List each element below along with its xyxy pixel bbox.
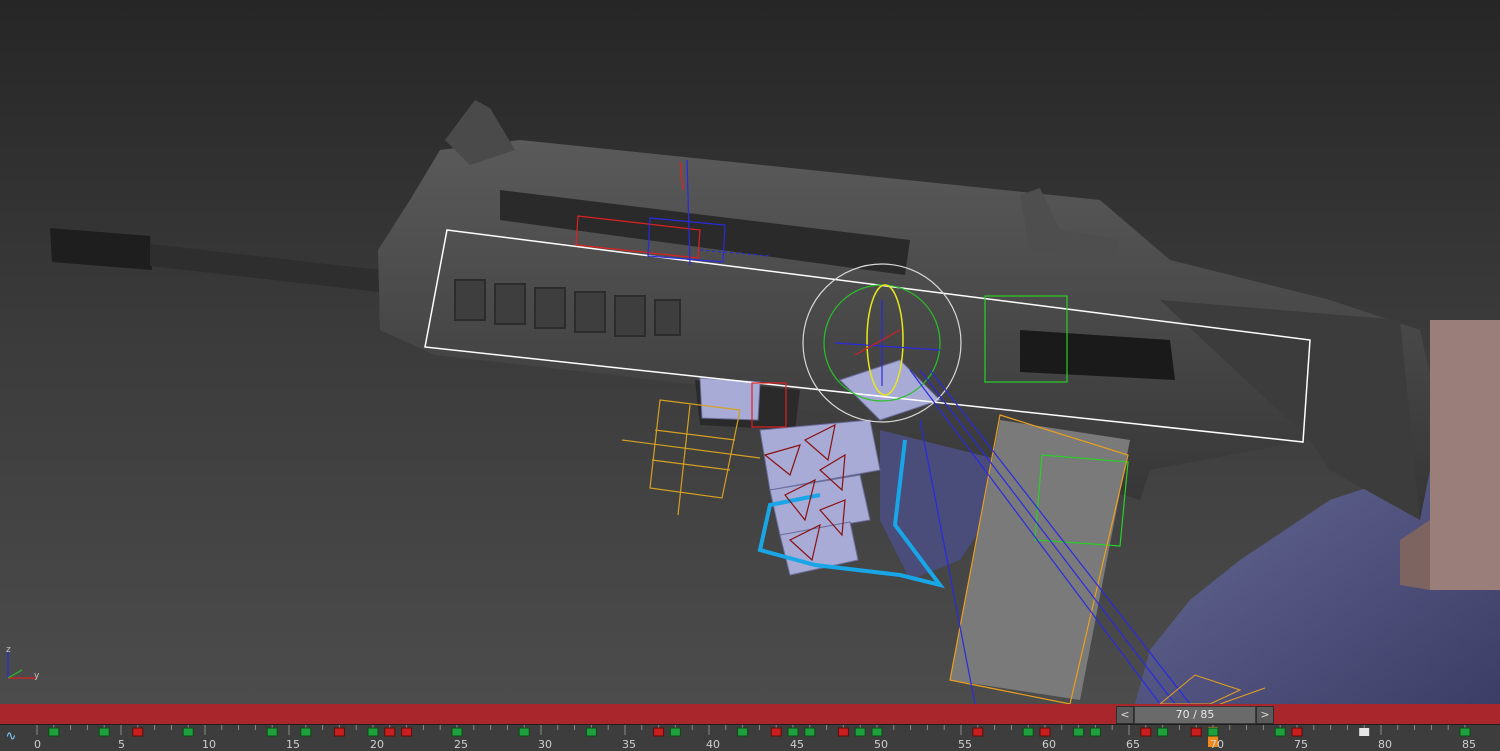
world-axis-gizmo: z y xyxy=(6,646,40,681)
frame-tick-label: 85 xyxy=(1462,738,1476,751)
keyframe-green xyxy=(585,727,597,737)
frame-tick-label: 35 xyxy=(622,738,636,751)
keyframe-green xyxy=(1073,727,1085,737)
frame-tick-label: 40 xyxy=(706,738,720,751)
frame-tick-label: 15 xyxy=(286,738,300,751)
frame-tick-label: 75 xyxy=(1294,738,1308,751)
frame-tick-label: 55 xyxy=(958,738,972,751)
keyframe-red xyxy=(653,727,665,737)
keyframe-green xyxy=(871,727,883,737)
frame-tick-label: 60 xyxy=(1042,738,1056,751)
frame-tick-label: 65 xyxy=(1126,738,1140,751)
keyframe-green xyxy=(300,727,312,737)
keyframe-green xyxy=(787,727,799,737)
frame-tick-label: 10 xyxy=(202,738,216,751)
keyframe-green xyxy=(1274,727,1286,737)
keyframe-green xyxy=(804,727,816,737)
keyframe-green xyxy=(451,727,463,737)
keyframe-green xyxy=(367,727,379,737)
keyframe-red xyxy=(333,727,345,737)
axis-z-label: z xyxy=(6,646,11,655)
keyframe-green xyxy=(266,727,278,737)
keyframe-green xyxy=(1207,727,1219,737)
time-slider-thumb[interactable]: 70 / 85 xyxy=(1134,706,1256,724)
frame-tick-label: 80 xyxy=(1378,738,1392,751)
frame-tick-label: 50 xyxy=(874,738,888,751)
frame-tick-label: 45 xyxy=(790,738,804,751)
keyframe-green xyxy=(737,727,749,737)
next-frame-button[interactable]: > xyxy=(1256,706,1274,724)
keyframe-white xyxy=(1359,728,1370,736)
frame-tick-label: 25 xyxy=(454,738,468,751)
keyframe-red xyxy=(384,727,396,737)
keyframe-green xyxy=(1459,727,1471,737)
frame-tick-label: 70 xyxy=(1210,738,1224,751)
keyframe-red xyxy=(1140,727,1152,737)
keyframe-red xyxy=(837,727,849,737)
keyframe-green xyxy=(1022,727,1034,737)
frame-tick-label: 0 xyxy=(34,738,41,751)
time-slider[interactable]: < 70 / 85 > xyxy=(1116,706,1274,724)
axis-y-label: y xyxy=(34,671,40,681)
keyframe-green xyxy=(854,727,866,737)
frame-tick-label: 5 xyxy=(118,738,125,751)
track-bar[interactable]: 0 5 10 15 20 25 30 35 40 45 50 55 60 65 70 75 80 85 xyxy=(0,724,1500,751)
3d-viewport[interactable]: z y xyxy=(0,0,1500,704)
keyframe-green xyxy=(1089,727,1101,737)
keyframe-green xyxy=(182,727,194,737)
keyframe-red xyxy=(401,727,413,737)
scene-render xyxy=(50,100,1500,704)
frame-tick-label: 30 xyxy=(538,738,552,751)
keyframe-green xyxy=(669,727,681,737)
keyframe-green xyxy=(1157,727,1169,737)
keyframe-red xyxy=(770,727,782,737)
keyframe-green xyxy=(518,727,530,737)
keyframe-red xyxy=(1190,727,1202,737)
time-slider-track[interactable] xyxy=(0,704,1500,724)
keyframe-red xyxy=(1039,727,1051,737)
keyframe-red xyxy=(132,727,144,737)
keyframe-red xyxy=(972,727,984,737)
keyframe-green xyxy=(48,727,60,737)
keyframe-red xyxy=(1291,727,1303,737)
curve-editor-toggle-icon[interactable]: ∿ xyxy=(0,726,22,748)
prev-frame-button[interactable]: < xyxy=(1116,706,1134,724)
frame-tick-label: 20 xyxy=(370,738,384,751)
stock-pad xyxy=(1430,320,1500,590)
keyframe-green xyxy=(98,727,110,737)
track-bar-ruler[interactable]: 0 5 10 15 20 25 30 35 40 45 50 55 60 65 70 75 80 85 xyxy=(0,725,1500,751)
